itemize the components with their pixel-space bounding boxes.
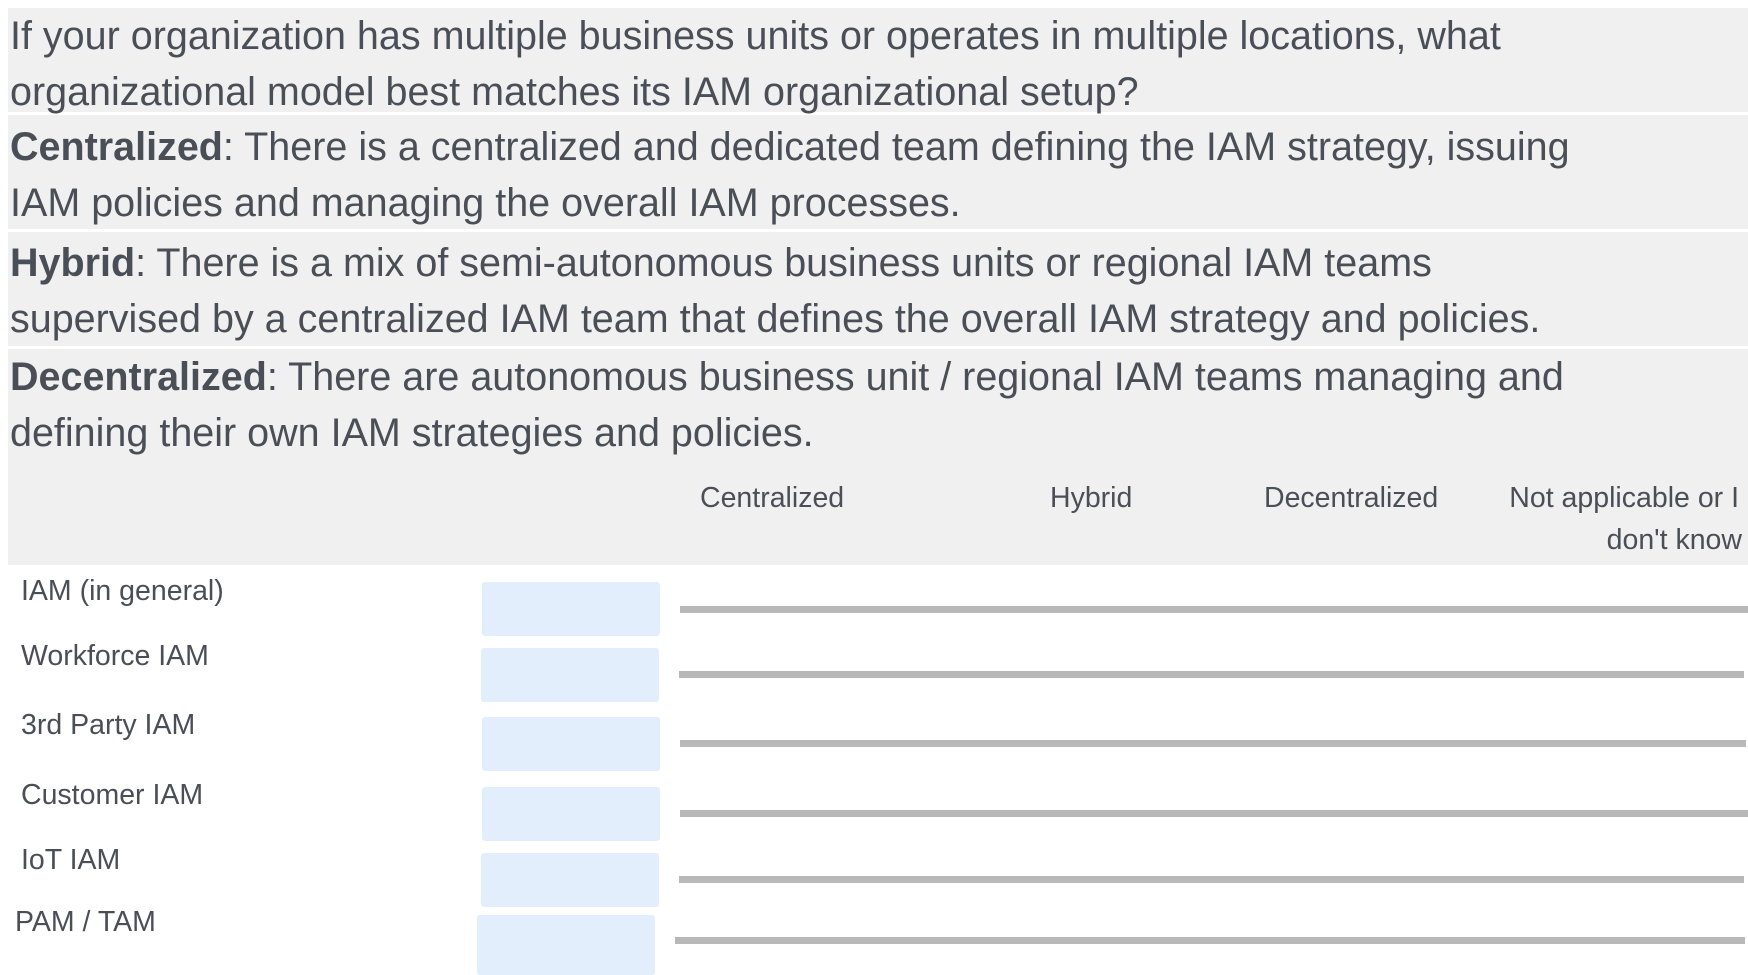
- question-line: organizational model best matches its IA…: [10, 70, 1139, 114]
- slider-track[interactable]: [680, 606, 1748, 613]
- slider-track[interactable]: [680, 740, 1746, 747]
- definition-decentralized: Decentralized: There are autonomous busi…: [8, 349, 1748, 565]
- row-label: IoT IAM: [21, 844, 121, 876]
- drop-target[interactable]: [482, 717, 660, 771]
- slider-track[interactable]: [679, 876, 1744, 883]
- drop-target[interactable]: [477, 915, 655, 975]
- drop-target[interactable]: [481, 853, 659, 907]
- column-header-decentralized: Decentralized: [1264, 482, 1439, 514]
- drop-target[interactable]: [481, 648, 659, 702]
- definition-term: Hybrid: [10, 241, 136, 285]
- column-header-not-applicable: Not applicable or I: [1509, 482, 1739, 514]
- definition-text: defining their own IAM strategies and po…: [10, 411, 814, 455]
- definition-text: IAM policies and managing the overall IA…: [10, 181, 961, 225]
- definition-text: : There is a mix of semi-autonomous busi…: [135, 241, 1432, 285]
- definition-term: Centralized: [10, 125, 223, 169]
- definition-hybrid: Hybrid: There is a mix of semi-autonomou…: [8, 232, 1748, 346]
- question-text: If your organization has multiple busine…: [8, 8, 1748, 114]
- column-header-not-applicable-line2: don't know: [1606, 524, 1742, 556]
- slider-track[interactable]: [675, 937, 1745, 944]
- slider-track[interactable]: [679, 671, 1744, 678]
- question-line: If your organization has multiple busine…: [10, 14, 1501, 58]
- row-label: Workforce IAM: [21, 640, 209, 672]
- row-label: PAM / TAM: [15, 906, 156, 938]
- column-header-centralized: Centralized: [700, 482, 845, 514]
- drop-target[interactable]: [482, 787, 660, 841]
- definition-centralized: Centralized: There is a centralized and …: [8, 115, 1748, 229]
- definition-term: Decentralized: [10, 355, 267, 399]
- definition-text: : There are autonomous business unit / r…: [266, 355, 1564, 399]
- slider-track[interactable]: [680, 810, 1748, 817]
- column-header-hybrid: Hybrid: [1050, 482, 1133, 514]
- row-label: IAM (in general): [21, 575, 224, 607]
- definition-text: supervised by a centralized IAM team tha…: [10, 297, 1541, 341]
- row-label: 3rd Party IAM: [21, 709, 196, 741]
- drop-target[interactable]: [482, 582, 660, 636]
- definition-text: : There is a centralized and dedicated t…: [222, 125, 1570, 169]
- row-label: Customer IAM: [21, 779, 204, 811]
